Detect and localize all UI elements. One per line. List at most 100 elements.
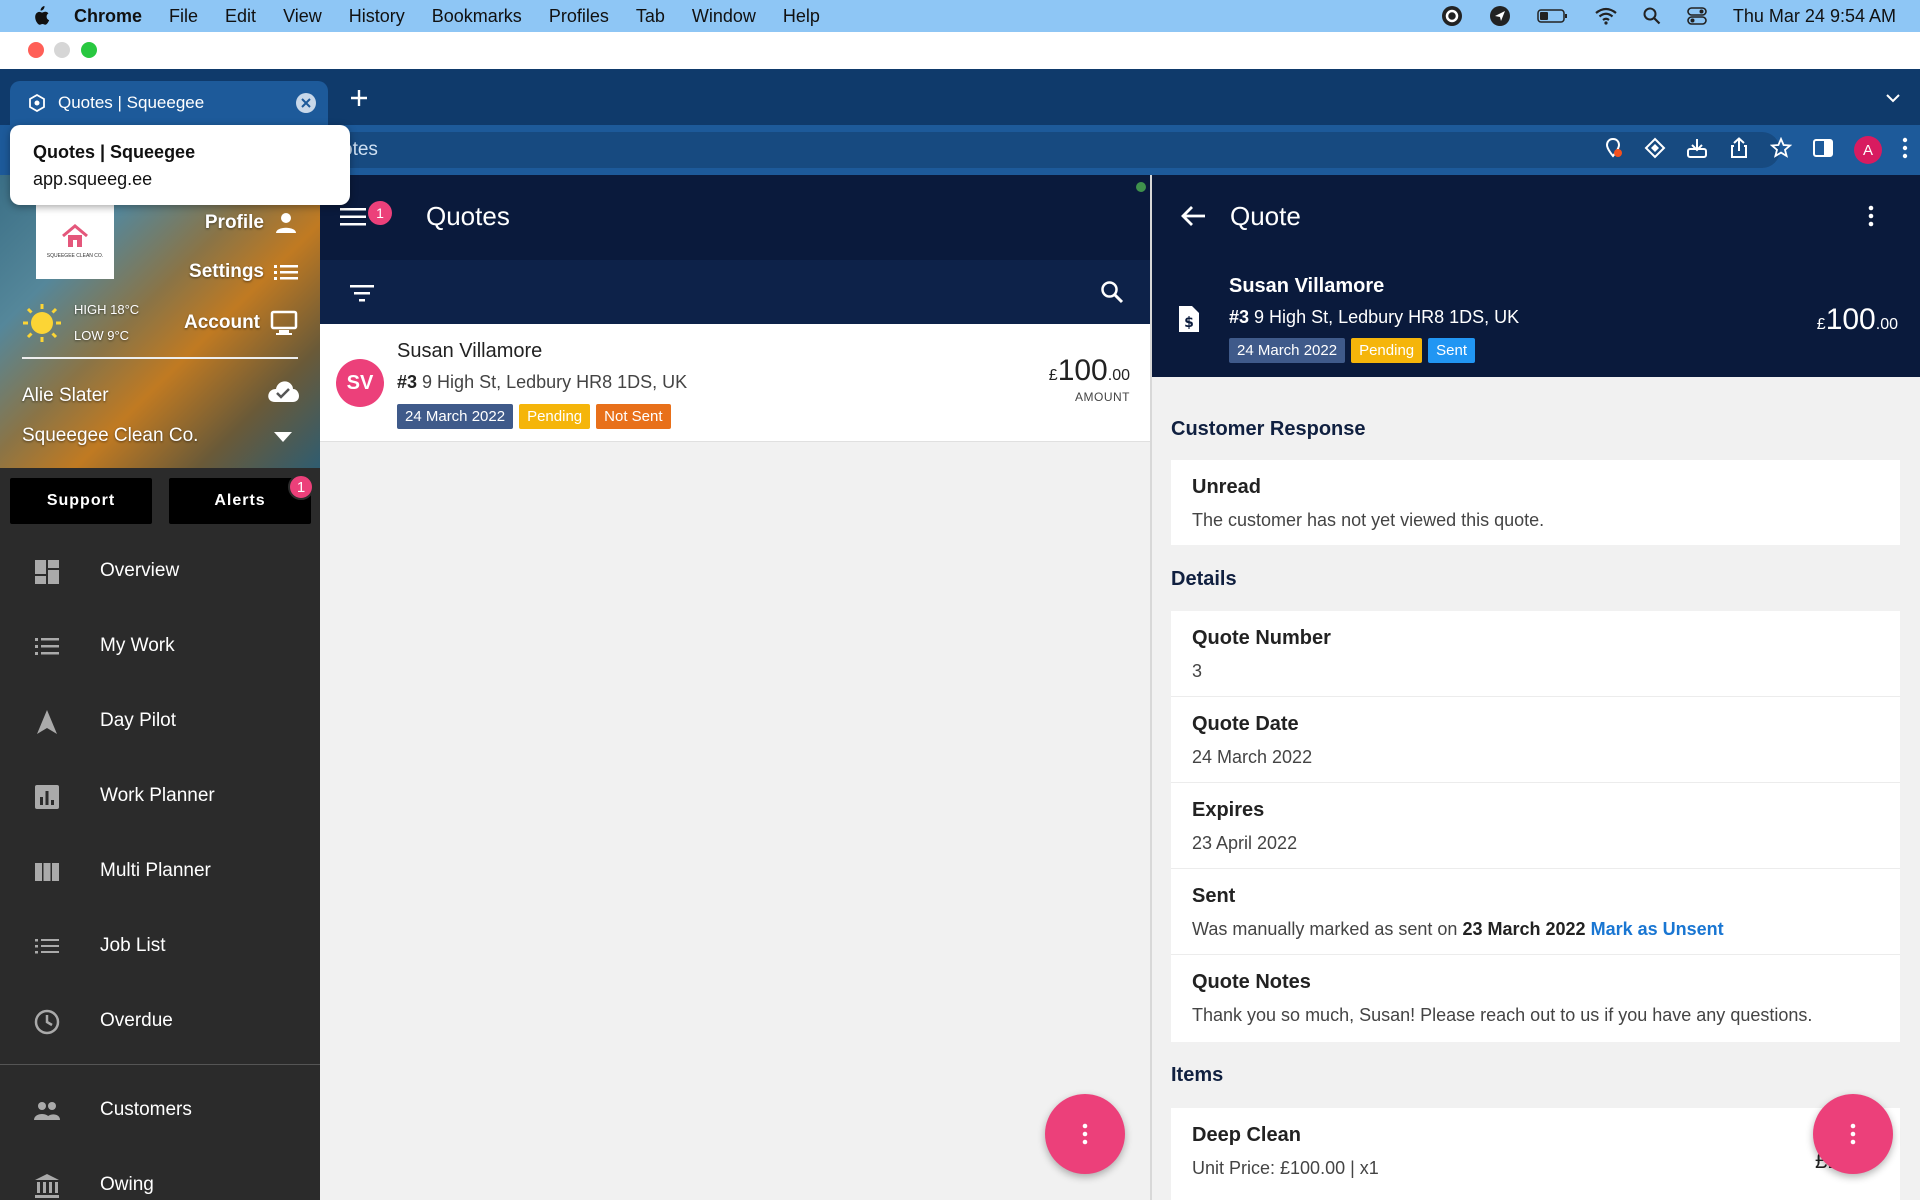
weather-high: HIGH 18°C: [74, 302, 140, 317]
grammarly-icon[interactable]: [1441, 5, 1463, 27]
detail-amount-decimal: .00: [1875, 316, 1898, 333]
menu-history[interactable]: History: [349, 6, 405, 27]
nav-item-overdue[interactable]: Overdue: [0, 991, 320, 1051]
pending-chip: Pending: [519, 404, 591, 429]
item-name: Deep Clean: [1192, 1124, 1301, 1146]
nav-label: Work Planner: [100, 785, 215, 806]
columns-icon: [35, 863, 59, 881]
back-arrow-icon[interactable]: [1180, 205, 1206, 227]
account-link[interactable]: Account: [184, 309, 298, 337]
sidebar: SQUEEGEE CLEAN CO. Profile Settings Acco…: [0, 175, 320, 1200]
amount-currency: £: [1048, 367, 1058, 384]
window-close-button[interactable]: [28, 42, 44, 58]
quote-detail-header: Quote $ Susan Villamore #3 9 High St, Le…: [1152, 175, 1920, 377]
nav-item-owing[interactable]: Owing: [0, 1155, 320, 1200]
window-minimize-button[interactable]: [54, 42, 70, 58]
logo-text: SQUEEGEE CLEAN CO.: [46, 253, 104, 259]
settings-link[interactable]: Settings: [189, 261, 298, 283]
svg-text:$: $: [1184, 315, 1194, 331]
extension-location-icon[interactable]: [1602, 137, 1624, 164]
tab-close-icon[interactable]: [296, 93, 316, 113]
sent-label: Sent: [1192, 885, 1236, 907]
nav-item-multi-planner[interactable]: Multi Planner: [0, 841, 320, 901]
nav-item-overview[interactable]: Overview: [0, 541, 320, 601]
new-tab-plus-icon[interactable]: [348, 87, 370, 109]
amount-decimal: .00: [1107, 367, 1130, 384]
weather-widget: HIGH 18°C LOW 9°C: [22, 297, 139, 349]
nav-item-my-work[interactable]: My Work: [0, 616, 320, 676]
menu-tab[interactable]: Tab: [636, 6, 665, 27]
battery-icon[interactable]: [1537, 8, 1569, 24]
share-icon[interactable]: [1728, 136, 1750, 164]
window-zoom-button[interactable]: [81, 42, 97, 58]
control-center-icon[interactable]: [1687, 7, 1707, 25]
profile-link[interactable]: Profile: [205, 211, 298, 235]
company-name[interactable]: Squeegee Clean Co.: [22, 425, 198, 447]
spotlight-search-icon[interactable]: [1643, 7, 1661, 25]
quote-notes-label: Quote Notes: [1192, 971, 1311, 993]
search-icon[interactable]: [1100, 280, 1124, 304]
quotes-filter-bar: [320, 260, 1150, 324]
extension-diamond-icon[interactable]: [1644, 137, 1666, 164]
browser-tab-quotes[interactable]: Quotes | Squeegee: [10, 81, 328, 125]
quote-list-item[interactable]: SV Susan Villamore #3 9 High St, Ledbury…: [320, 324, 1150, 442]
quote-detail-actions-fab[interactable]: [1813, 1094, 1893, 1174]
menubar-clock[interactable]: Thu Mar 24 9:54 AM: [1733, 6, 1896, 27]
response-value: The customer has not yet viewed this quo…: [1192, 510, 1545, 530]
detail-date-chip: 24 March 2022: [1229, 338, 1346, 363]
mark-as-unsent-link[interactable]: Mark as Unsent: [1591, 919, 1724, 939]
menu-notification-badge: 1: [368, 201, 392, 225]
item-row[interactable]: Deep Clean Unit Price: £100.00 | x1 £1: [1171, 1108, 1900, 1194]
nav-item-job-list[interactable]: Job List: [0, 916, 320, 976]
profile-link-label: Profile: [204, 212, 264, 233]
cloud-sync-check-icon[interactable]: [266, 378, 300, 404]
company-dropdown-caret-icon[interactable]: [274, 432, 292, 442]
nav-item-customers[interactable]: Customers: [0, 1080, 320, 1140]
menu-app-name[interactable]: Chrome: [74, 6, 142, 27]
browser-menu-icon[interactable]: [1902, 137, 1908, 164]
menu-edit[interactable]: Edit: [225, 6, 256, 27]
address-bar[interactable]: [300, 132, 1780, 168]
settings-link-label: Settings: [189, 261, 264, 282]
date-chip: 24 March 2022: [397, 404, 514, 429]
details-card: Quote Number 3 Quote Date 24 March 2022 …: [1171, 611, 1900, 1042]
quote-detail-number: #3: [1229, 307, 1250, 327]
tab-title: Quotes | Squeegee: [58, 93, 205, 112]
menu-help[interactable]: Help: [783, 6, 820, 27]
quotes-actions-fab[interactable]: [1045, 1094, 1125, 1174]
location-arrow-icon[interactable]: [1489, 5, 1511, 27]
nav-item-day-pilot[interactable]: Day Pilot: [0, 691, 320, 751]
wifi-icon[interactable]: [1595, 7, 1617, 25]
nav-label: Overview: [100, 560, 180, 581]
navigation-arrow-icon: [37, 710, 57, 734]
company-logo: SQUEEGEE CLEAN CO.: [36, 203, 114, 279]
macos-menu-bar: Chrome File Edit View History Bookmarks …: [0, 0, 1920, 32]
quote-chips: 24 March 2022 Pending Not Sent: [397, 404, 671, 429]
apple-icon[interactable]: [30, 6, 50, 26]
tab-hover-tooltip: Quotes | Squeegee app.squeeg.ee: [10, 125, 350, 205]
clock-icon: [34, 1009, 60, 1035]
monitor-icon: [270, 310, 298, 335]
sent-date: 23 March 2022: [1462, 919, 1586, 939]
tab-search-chevron-icon[interactable]: [1886, 93, 1900, 103]
menu-view[interactable]: View: [283, 6, 322, 27]
menu-file[interactable]: File: [169, 6, 198, 27]
quote-date-label: Quote Date: [1192, 713, 1299, 735]
detail-amount-currency: £: [1816, 316, 1826, 333]
download-icon[interactable]: [1686, 137, 1708, 164]
filter-icon[interactable]: [350, 284, 374, 302]
menu-bookmarks[interactable]: Bookmarks: [432, 6, 522, 27]
amount-whole: 100: [1057, 354, 1108, 387]
hamburger-menu-icon[interactable]: [340, 207, 366, 227]
menu-profiles[interactable]: Profiles: [549, 6, 609, 27]
sent-row: Sent Was manually marked as sent on 23 M…: [1171, 869, 1900, 955]
menu-window[interactable]: Window: [692, 6, 756, 27]
nav-item-work-planner[interactable]: Work Planner: [0, 766, 320, 826]
side-panel-icon[interactable]: [1812, 137, 1834, 164]
bookmark-star-icon[interactable]: [1769, 136, 1793, 164]
more-options-icon[interactable]: [1868, 205, 1874, 227]
detail-sent-chip: Sent: [1428, 338, 1475, 363]
not-sent-chip: Not Sent: [596, 404, 671, 429]
support-button[interactable]: Support: [10, 478, 152, 524]
profile-avatar[interactable]: A: [1854, 136, 1882, 164]
